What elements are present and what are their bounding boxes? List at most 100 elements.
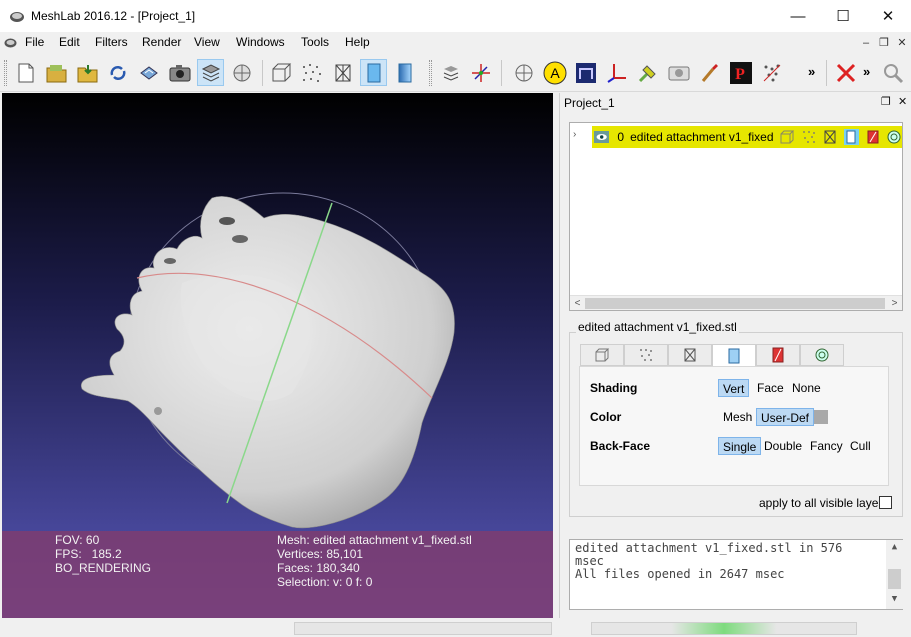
backface-fancy-option[interactable]: Fancy [806, 437, 847, 455]
mdi-restore-button[interactable]: ❐ [876, 35, 892, 51]
trackball-icon[interactable] [467, 59, 494, 86]
log-line: All files opened in 2647 msec [575, 567, 785, 581]
points-render-icon[interactable] [298, 59, 325, 86]
import-mesh-icon[interactable] [74, 59, 101, 86]
log-window[interactable]: edited attachment v1_fixed.stl in 576 ms… [569, 539, 903, 610]
fps-text: FPS: 185.2 [55, 547, 122, 561]
color-userdef-option[interactable]: User-Def [756, 408, 815, 426]
title-bar: MeshLab 2016.12 - [Project_1] — ☐ ✕ [0, 0, 911, 32]
menu-windows[interactable]: Windows [236, 35, 285, 49]
backface-single-option[interactable]: Single [718, 437, 762, 455]
toolbar-grip[interactable] [429, 60, 432, 86]
align-icon[interactable] [572, 59, 599, 86]
toolbar-separator [501, 60, 502, 86]
tab-wireframe[interactable] [668, 344, 712, 366]
3d-viewport[interactable]: FOV: 60 FPS: 185.2 BO_RENDERING Mesh: ed… [2, 93, 553, 618]
layer-row[interactable]: 0 edited attachment v1_fixed [592, 126, 902, 148]
scroll-right-button[interactable]: > [887, 296, 902, 311]
pick-points-icon[interactable]: P [727, 59, 754, 86]
capture-icon[interactable] [665, 59, 692, 86]
scroll-left-button[interactable]: < [570, 296, 585, 311]
snapshot-icon[interactable] [166, 59, 193, 86]
shading-vert-option[interactable]: Vert [718, 379, 750, 397]
reload-icon[interactable] [104, 59, 131, 86]
mesh-render[interactable] [2, 93, 553, 531]
select-icon[interactable] [510, 59, 537, 86]
smooth-render-icon[interactable] [391, 59, 418, 86]
color-mesh-option[interactable]: Mesh [719, 408, 756, 426]
dock-close-button[interactable]: ✕ [898, 95, 907, 108]
menu-help[interactable]: Help [345, 35, 370, 49]
apply-all-label: apply to all visible layers [759, 496, 889, 510]
maximize-button[interactable]: ☐ [820, 0, 866, 32]
menu-file[interactable]: File [25, 35, 44, 49]
color-swatch[interactable] [814, 410, 828, 424]
bbox-render-icon[interactable] [267, 59, 294, 86]
scroll-up-button[interactable]: ▲ [886, 542, 903, 556]
window-title: MeshLab 2016.12 - [Project_1] [31, 9, 196, 23]
shading-none-option[interactable]: None [788, 379, 825, 397]
menu-edit[interactable]: Edit [59, 35, 80, 49]
texture-mode-icon[interactable] [865, 129, 880, 145]
tab-texture[interactable] [756, 344, 800, 366]
app-menu-icon[interactable] [4, 37, 17, 48]
lighting-icon[interactable] [437, 59, 464, 86]
apply-all-checkbox[interactable] [879, 496, 892, 509]
annotate-icon[interactable]: A [541, 59, 568, 86]
measure-icon[interactable] [603, 59, 630, 86]
mesh-hole [232, 235, 248, 243]
svg-text:A: A [550, 65, 560, 81]
horizontal-scrollbar[interactable]: < > [570, 295, 902, 310]
log-vertical-scrollbar[interactable]: ▲ ▼ [886, 540, 903, 609]
render-mode-text: BO_RENDERING [55, 561, 152, 575]
meshlab-logo-icon [10, 12, 24, 22]
solid-settings-panel: Shading Vert Face None Color Mesh User-D… [579, 366, 889, 486]
menu-filters[interactable]: Filters [95, 35, 128, 49]
bbox-mode-icon[interactable] [780, 129, 795, 145]
solid-mode-icon[interactable] [843, 129, 860, 145]
tab-points[interactable] [624, 344, 668, 366]
minimize-button[interactable]: — [775, 0, 821, 32]
visibility-eye-icon[interactable] [594, 130, 610, 144]
menu-render[interactable]: Render [142, 35, 181, 49]
layer-name: edited attachment v1_fixed [630, 130, 774, 144]
mesh-feature [154, 407, 162, 415]
wireframe-mode-icon[interactable] [822, 129, 837, 145]
paint-icon[interactable] [634, 59, 661, 86]
open-project-icon[interactable] [43, 59, 70, 86]
dock-float-button[interactable]: ❐ [881, 95, 891, 108]
layers-icon[interactable] [197, 59, 224, 86]
layer-expander[interactable]: › [573, 129, 576, 140]
flat-render-icon[interactable] [360, 59, 387, 86]
toolbar-overflow-button[interactable]: » [808, 64, 815, 79]
noise-icon[interactable] [758, 59, 785, 86]
mdi-minimize-button[interactable]: – [858, 35, 874, 51]
status-field [294, 622, 552, 635]
tab-solid[interactable] [712, 344, 756, 367]
toolbar-overflow-button[interactable]: » [863, 64, 870, 79]
brush-icon[interactable] [696, 59, 723, 86]
scroll-down-button[interactable]: ▼ [886, 594, 903, 608]
tab-bbox[interactable] [580, 344, 624, 366]
new-project-icon[interactable] [12, 59, 39, 86]
menu-tools[interactable]: Tools [301, 35, 329, 49]
mdi-close-button[interactable]: ✕ [894, 35, 910, 51]
selection-text: Selection: v: 0 f: 0 [277, 575, 373, 589]
export-mesh-icon[interactable] [135, 59, 162, 86]
delete-icon[interactable] [832, 59, 859, 86]
wireframe-render-icon[interactable] [329, 59, 356, 86]
raster-layers-icon[interactable] [228, 59, 255, 86]
scroll-thumb[interactable] [585, 298, 885, 309]
tab-decorators[interactable] [800, 344, 844, 366]
points-mode-icon[interactable] [801, 129, 816, 145]
backface-cull-option[interactable]: Cull [846, 437, 875, 455]
zoom-icon[interactable] [879, 59, 906, 86]
decorator-icon[interactable] [887, 129, 902, 145]
toolbar-grip[interactable] [4, 60, 7, 86]
layer-list[interactable]: › 0 edited attachment v1_fixed < > [569, 122, 903, 311]
backface-double-option[interactable]: Double [760, 437, 806, 455]
menu-view[interactable]: View [194, 35, 220, 49]
close-button[interactable]: ✕ [865, 0, 911, 32]
shading-face-option[interactable]: Face [753, 379, 788, 397]
scroll-thumb[interactable] [888, 569, 901, 589]
